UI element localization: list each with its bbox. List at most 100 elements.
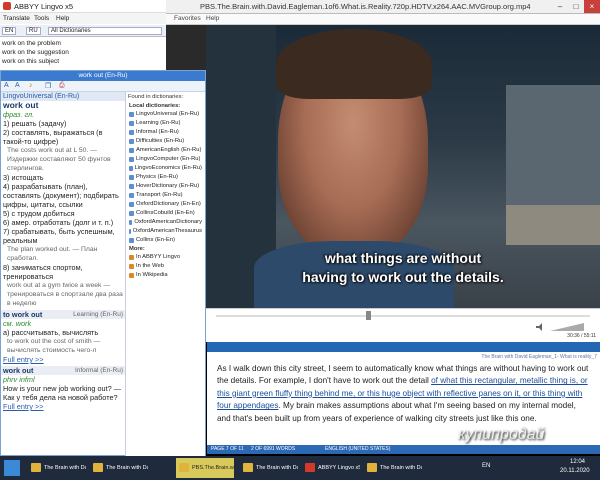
abbyy-search-row: EN RU All Dictionaries: [0, 25, 166, 37]
dictionary-item[interactable]: OxfordDictionary (En-En): [126, 200, 205, 209]
more-item[interactable]: In Wikipedia: [126, 271, 205, 280]
video-frame[interactable]: what things are without having to work o…: [206, 25, 600, 308]
dictionary-item[interactable]: LingvoEconomics (En-Ru): [126, 164, 205, 173]
dictionary-item-label: LingvoComputer (En-Ru): [136, 156, 201, 162]
more-item[interactable]: In ABBYY Lingvo: [126, 253, 205, 262]
dictionary-item-label: LingvoUniversal (En-Ru): [136, 111, 200, 117]
video-player-window: PBS.The.Brain.with.David.Eagleman.1of6.W…: [166, 0, 600, 342]
player-menu-bar: Favorites Help: [166, 14, 600, 25]
dictionary-item-label: CollinsCobuild (En-En): [136, 210, 195, 216]
document-paragraph[interactable]: As I walk down this city street, I seem …: [217, 363, 590, 425]
dictionary-item[interactable]: CollinsCobuild (En-En): [126, 209, 205, 218]
taskbar-button[interactable]: The Brain with Da...: [28, 458, 86, 478]
dictionary-book-icon: [129, 157, 134, 162]
dictionary-item[interactable]: Difficulties (En-Ru): [126, 137, 205, 146]
dictionary-book-icon: [129, 220, 133, 225]
entry-section-header[interactable]: to work out Learning (En-Ru): [1, 310, 125, 319]
seek-handle[interactable]: [366, 311, 371, 320]
suggestion-item[interactable]: work on the suggestion: [2, 49, 69, 56]
menu-tools[interactable]: Tools: [34, 15, 49, 22]
maximize-icon[interactable]: □: [568, 0, 584, 13]
card-title: work out (En-Ru): [78, 72, 128, 79]
menu-favorites[interactable]: Favorites: [174, 15, 201, 22]
dictionary-item[interactable]: Collins (En-En): [126, 236, 205, 245]
tray-time[interactable]: 12:04: [570, 459, 585, 465]
dictionary-item[interactable]: HoverDictionary (En-Ru): [126, 182, 205, 191]
taskbar: The Brain with Da... The Brain with Da...…: [0, 456, 600, 480]
tray-language[interactable]: EN: [482, 463, 490, 469]
abbyy-logo-icon: [3, 2, 11, 10]
menu-help[interactable]: Help: [56, 15, 69, 22]
entry-line: 2) составлять, выражаться (в такой-то ци…: [3, 128, 103, 146]
entry-section-header[interactable]: work out Informal (En-Ru): [1, 366, 125, 375]
dictionary-item[interactable]: Informal (En-Ru): [126, 128, 205, 137]
taskbar-button[interactable]: ABBYY Lingvo x5: [302, 458, 360, 478]
folder-icon: [367, 463, 377, 472]
dictionary-item-label: Learning (En-Ru): [136, 120, 181, 126]
dictionary-item-label: Collins (En-En): [136, 237, 175, 243]
found-in-dictionaries-panel: Found in dictionaries: Local dictionarie…: [125, 92, 205, 457]
taskbar-button[interactable]: The Brain with Da...: [90, 458, 148, 478]
entry-line: 6) амер. отработать (долг и т. п.): [3, 218, 114, 227]
dictionary-item[interactable]: Physics (En-Ru): [126, 173, 205, 182]
entry-example: The plan worked out. — План сработал.: [7, 246, 98, 262]
status-words[interactable]: 2 OF 6991 WORDS: [251, 446, 295, 452]
copy-icon[interactable]: ❐: [45, 82, 51, 90]
suggestion-item[interactable]: work on this subject: [2, 58, 59, 65]
dictionary-item[interactable]: LingvoUniversal (En-Ru): [126, 110, 205, 119]
font-size-small-icon[interactable]: A: [15, 82, 20, 89]
entry-lines: 1) решать (задачу) 2) составлять, выражат…: [1, 119, 125, 308]
abbyy-title-bar: ABBYY Lingvo x5: [0, 0, 166, 13]
abbyy-app-icon: [305, 463, 315, 472]
dictionary-item-label: Difficulties (En-Ru): [136, 138, 185, 144]
document-status-bar: PAGE 7 OF 11 2 OF 6991 WORDS ENGLISH (UN…: [207, 445, 600, 454]
menu-help[interactable]: Help: [206, 15, 219, 22]
full-entry-link[interactable]: Full entry >>: [1, 355, 125, 364]
suggestion-item[interactable]: work on the problem: [2, 40, 61, 47]
dictionary-item[interactable]: OxfordAmericanThesaurus: [126, 227, 205, 236]
more-header: More:: [129, 246, 145, 252]
language-to-select[interactable]: RU: [26, 27, 41, 35]
dictionary-book-icon: [129, 121, 134, 126]
local-dictionaries-header: Local dictionaries:: [129, 103, 181, 109]
dictionary-item[interactable]: LingvoComputer (En-Ru): [126, 155, 205, 164]
print-icon[interactable]: ⎙: [59, 82, 65, 90]
tray-date[interactable]: 20.11.2020: [560, 468, 590, 474]
dictionary-item[interactable]: AmericanEnglish (En-Ru): [126, 146, 205, 155]
full-entry-link[interactable]: Full entry >>: [1, 402, 125, 411]
taskbar-button[interactable]: The Brain with Da...: [364, 458, 422, 478]
status-language[interactable]: ENGLISH (UNITED STATES): [325, 446, 390, 452]
more-item-label: In Wikipedia: [136, 272, 168, 278]
dictionary-item-label: OxfordAmericanThesaurus: [132, 228, 202, 234]
taskbar-button[interactable]: PBS.The.Brain.wit...: [176, 458, 234, 478]
abbyy-title: ABBYY Lingvo x5: [14, 2, 74, 11]
language-from-select[interactable]: EN: [2, 27, 17, 35]
volume-slider[interactable]: [536, 323, 586, 331]
dictionary-item[interactable]: Learning (En-Ru): [126, 119, 205, 128]
abbyy-menu-bar: Translate Tools Help: [0, 13, 166, 24]
dictionary-book-icon: [129, 139, 134, 144]
seek-bar[interactable]: [216, 315, 590, 317]
menu-translate[interactable]: Translate: [3, 15, 30, 22]
font-size-icon[interactable]: A: [4, 82, 9, 89]
entry-line: How is your new job working out? — Как у…: [3, 384, 122, 402]
sound-icon[interactable]: ♪: [29, 82, 33, 89]
section-dictionary: Learning (En-Ru): [73, 311, 123, 318]
taskbar-button[interactable]: The Brain with Da...: [240, 458, 298, 478]
folder-icon: [93, 463, 103, 472]
taskbar-button-label: The Brain with Da...: [44, 465, 86, 471]
watermark-logo: купипродай: [458, 426, 545, 443]
status-page[interactable]: PAGE 7 OF 11: [211, 446, 244, 452]
dictionary-entry-panel[interactable]: LingvoUniversal (En-Ru) work out фраз. г…: [1, 92, 125, 457]
more-item[interactable]: In the Web: [126, 262, 205, 271]
translation-card-window: work out (En-Ru) A A ♪ ❐ ⎙ LingvoUnivers…: [0, 70, 206, 457]
dictionary-item[interactable]: OxfordAmericanDictionary: [126, 218, 205, 227]
dictionary-item[interactable]: Transport (En-Ru): [126, 191, 205, 200]
entry-example: work out at a gym twice a week — трениро…: [7, 282, 123, 307]
card-title-bar: work out (En-Ru): [1, 71, 205, 81]
section-headword: to work out: [3, 310, 43, 319]
dictionary-select[interactable]: All Dictionaries: [48, 27, 162, 35]
close-icon[interactable]: ×: [584, 0, 600, 13]
minimize-icon[interactable]: –: [552, 0, 568, 13]
windows-start-icon[interactable]: [4, 460, 20, 476]
